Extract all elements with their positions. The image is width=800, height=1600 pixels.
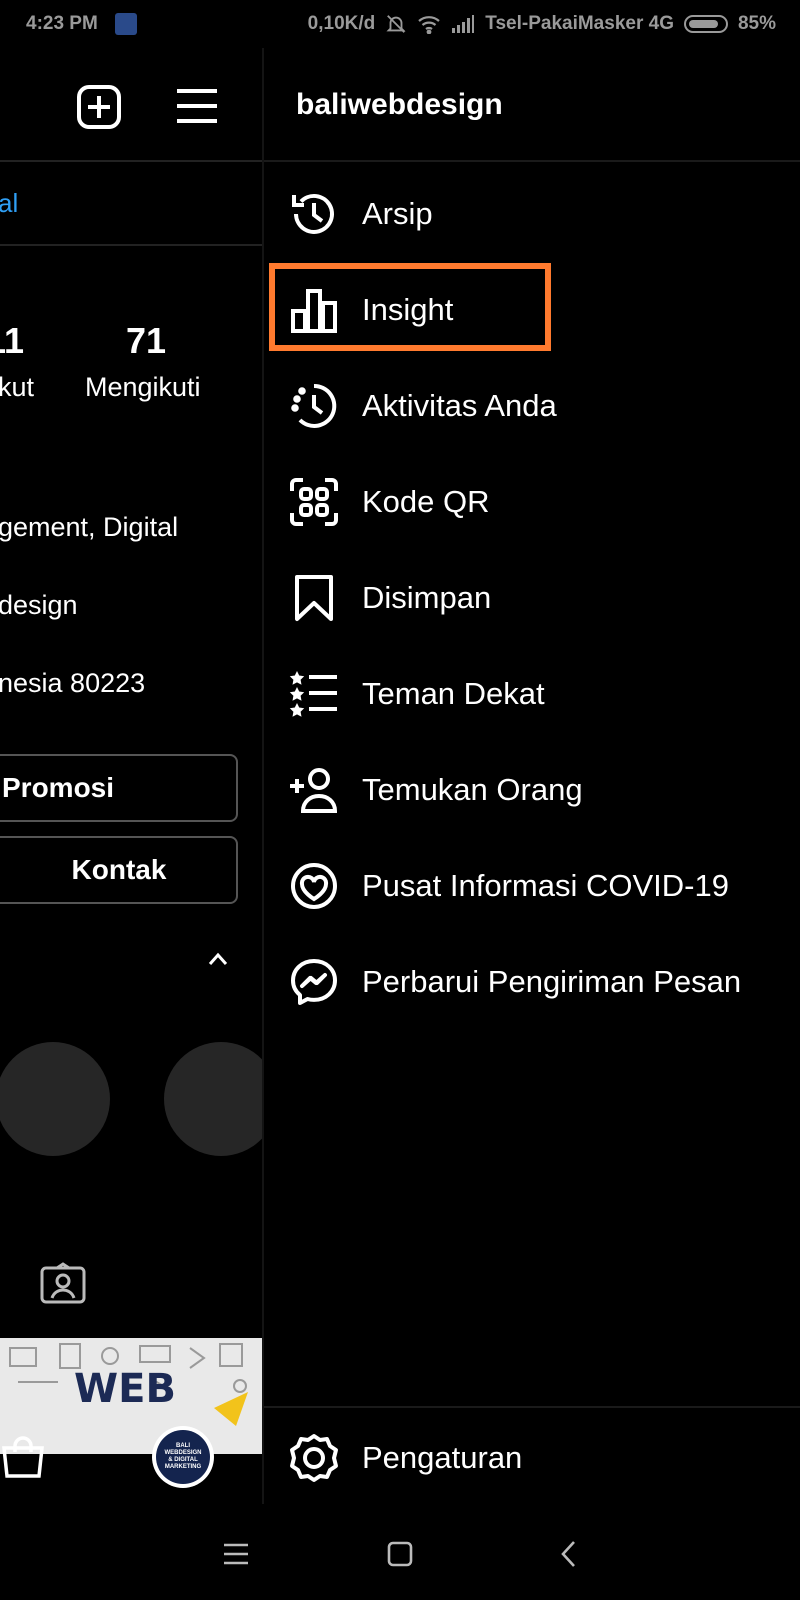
contact-button-label: Kontak xyxy=(71,854,167,885)
bio-line-1: gement, Digital xyxy=(0,512,179,542)
menu-item-insight[interactable]: Insight xyxy=(264,262,800,358)
system-navigation-bar xyxy=(0,1504,800,1600)
tab-separator xyxy=(0,244,262,246)
archive-icon xyxy=(288,188,340,240)
status-bar: 4:23 PM 0,10K/d Tsel-PakaiMasker 4G 85% xyxy=(0,0,800,48)
close-friends-icon xyxy=(288,668,340,720)
header-separator xyxy=(0,160,262,162)
promote-button[interactable]: Promosi xyxy=(0,754,238,822)
wifi-icon xyxy=(418,16,440,34)
battery-percent: 85% xyxy=(737,13,776,34)
tagged-posts-icon[interactable] xyxy=(40,1262,86,1304)
network-speed: 0,10K/d xyxy=(307,13,376,34)
profile-pane: al 11 kut 71 Mengikuti gement, Digital d… xyxy=(0,48,262,1504)
recent-apps-icon[interactable] xyxy=(216,1534,256,1574)
side-drawer: baliwebdesign Arsip Insight Aktivitas An… xyxy=(264,48,800,1504)
settings-separator xyxy=(264,1406,800,1408)
avatar-logo: BALI WEBDESIGN & DIGITAL MARKETING xyxy=(156,1430,210,1484)
menu-item-perbarui-pesan[interactable]: Perbarui Pengiriman Pesan xyxy=(264,934,800,1030)
followers-label[interactable]: kut xyxy=(0,372,34,403)
highlight-circle[interactable] xyxy=(0,1042,110,1156)
battery-icon xyxy=(683,15,728,33)
menu-item-covid-info[interactable]: Pusat Informasi COVID-19 xyxy=(264,838,800,934)
mute-bell-icon xyxy=(386,15,406,33)
menu-label: Kode QR xyxy=(362,484,490,519)
menu-label: Arsip xyxy=(362,196,433,231)
new-post-icon[interactable] xyxy=(76,84,122,130)
banner-text: WEB xyxy=(74,1366,176,1412)
status-right: 0,10K/d Tsel-PakaiMasker 4G 85% xyxy=(308,13,776,35)
followers-count[interactable]: 11 xyxy=(0,320,24,362)
qr-code-icon xyxy=(288,476,340,528)
contact-button[interactable]: Kontak xyxy=(0,836,238,904)
drawer-separator xyxy=(264,160,800,162)
status-time: 4:23 PM xyxy=(26,13,98,34)
home-icon[interactable] xyxy=(380,1534,420,1574)
bio-line-3: nesia 80223 xyxy=(0,668,146,698)
messenger-icon xyxy=(288,956,340,1008)
insights-icon xyxy=(288,284,340,336)
menu-item-kode-qr[interactable]: Kode QR xyxy=(264,454,800,550)
menu-item-teman-dekat[interactable]: Teman Dekat xyxy=(264,646,800,742)
menu-item-disimpan[interactable]: Disimpan xyxy=(264,550,800,646)
chevron-up-icon[interactable] xyxy=(208,952,228,966)
menu-label: Disimpan xyxy=(362,580,492,615)
menu-label: Insight xyxy=(362,292,454,327)
menu-item-temukan-orang[interactable]: Temukan Orang xyxy=(264,742,800,838)
profile-avatar[interactable]: BALI WEBDESIGN & DIGITAL MARKETING xyxy=(152,1426,214,1488)
following-count[interactable]: 71 xyxy=(126,320,166,362)
covid-info-icon xyxy=(288,860,340,912)
carrier-name: Tsel-PakaiMasker 4G xyxy=(485,13,674,34)
settings-gear-icon xyxy=(288,1432,340,1484)
menu-item-arsip[interactable]: Arsip xyxy=(264,166,800,262)
highlight-circle[interactable] xyxy=(164,1042,262,1156)
menu-label: Pengaturan xyxy=(362,1440,523,1475)
menu-label: Teman Dekat xyxy=(362,676,545,711)
menu-label: Pusat Informasi COVID-19 xyxy=(362,868,729,903)
add-person-icon xyxy=(288,764,340,816)
activity-icon xyxy=(288,380,340,432)
menu-label: Aktivitas Anda xyxy=(362,388,557,423)
menu-icon[interactable] xyxy=(176,88,218,124)
signal-icon xyxy=(452,15,475,33)
menu-item-pengaturan[interactable]: Pengaturan xyxy=(264,1410,800,1506)
following-label[interactable]: Mengikuti xyxy=(85,372,201,403)
bookmark-icon xyxy=(288,572,340,624)
drawer-username: baliwebdesign xyxy=(296,88,503,121)
menu-label: Perbarui Pengiriman Pesan xyxy=(362,964,742,999)
notification-icon xyxy=(115,13,137,35)
profile-tab-partial[interactable]: al xyxy=(0,188,18,219)
bio-line-2: design xyxy=(0,590,78,620)
menu-item-aktivitas-anda[interactable]: Aktivitas Anda xyxy=(264,358,800,454)
shop-icon[interactable] xyxy=(0,1434,46,1480)
promote-button-label: Promosi xyxy=(2,772,115,803)
menu-label: Temukan Orang xyxy=(362,772,583,807)
back-icon[interactable] xyxy=(548,1534,588,1574)
battery-fill xyxy=(688,20,718,28)
